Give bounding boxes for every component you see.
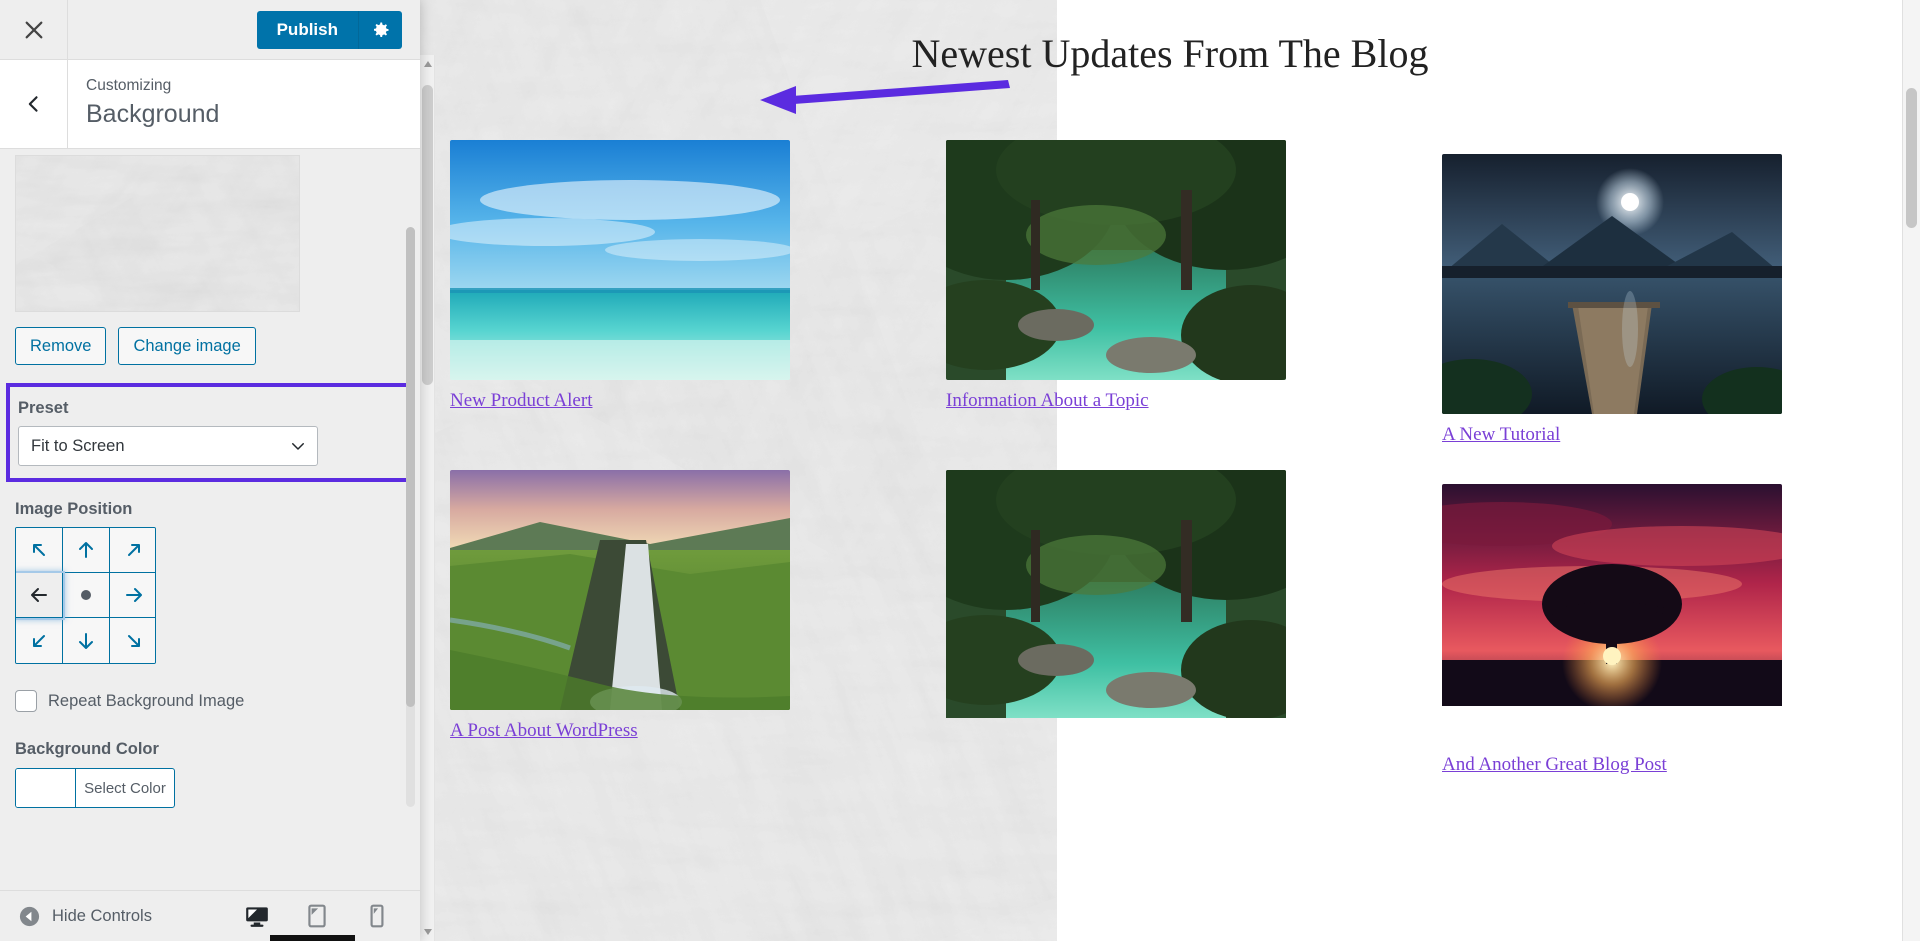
plaster-thumbnail [16,156,299,311]
position-bottom-center-button[interactable] [63,618,110,663]
beach-ocean-photo [450,140,790,380]
chevron-left-icon [28,96,38,112]
post-link[interactable]: Information About a Topic [946,390,1394,412]
post-card: Information About a Topic [946,140,1394,452]
post-link[interactable]: A New Tutorial [1442,424,1890,446]
arrow-down-right-icon [127,634,140,647]
background-color-label: Background Color [15,740,159,758]
preset-label: Preset [18,399,69,417]
page-title: Newest Updates From The Blog [911,31,1429,76]
post-card: And Another Great Blog Post [1442,470,1890,782]
arrow-up-left-icon [33,544,45,556]
color-swatch[interactable] [16,769,76,807]
sidebar-scrollbar[interactable] [406,227,415,807]
post-thumbnail[interactable] [1442,154,1782,414]
browser-scrollbar[interactable] [1902,0,1920,941]
desktop-icon [246,907,268,927]
hide-controls-button[interactable]: Hide Controls [18,905,152,928]
forest-river-photo [946,140,1286,380]
preview-mobile-button[interactable] [362,901,392,931]
post-link[interactable]: A Post About WordPress [450,720,898,742]
image-position-label: Image Position [15,500,133,518]
post-card [946,470,1394,782]
publish-button[interactable]: Publish [256,10,358,49]
preview-scrollbar-thumb[interactable] [422,85,433,385]
post-link[interactable]: And Another Great Blog Post [1442,754,1890,776]
select-color-button[interactable]: Select Color [76,769,174,807]
post-thumbnail[interactable] [450,470,790,710]
mobile-icon [370,904,384,928]
arrow-down-left-icon [33,634,45,647]
repeat-background-checkbox[interactable] [15,690,37,712]
preset-selected-value: Fit to Screen [31,436,125,455]
customizer-topbar: Publish [0,0,420,60]
close-x-icon [25,21,42,38]
pointer-arrow [760,80,1010,114]
device-preview-buttons [242,901,402,931]
arrow-up-right-icon [127,544,140,556]
position-center-button[interactable] [63,573,110,618]
customizer-footer: Hide Controls [0,890,420,941]
page-title: Background [86,100,220,128]
arrow-left-icon [31,588,47,602]
arrow-right-icon [125,588,142,602]
post-thumbnail[interactable] [946,470,1286,730]
post-card: A Post About WordPress [450,470,898,782]
close-customizer-button[interactable] [0,0,68,59]
scroll-down-arrow-icon[interactable] [424,929,432,935]
position-top-center-button[interactable] [63,528,110,573]
position-top-left-button[interactable] [16,528,63,573]
preset-select[interactable]: Fit to Screen [18,426,318,466]
position-bottom-right-button[interactable] [110,618,155,663]
gear-icon [373,22,388,37]
preset-control-highlighted: Preset Fit to Screen [6,383,414,482]
back-button[interactable] [0,60,68,148]
preview-tablet-button[interactable] [302,901,332,931]
arrow-up-icon [79,542,93,558]
position-middle-right-button[interactable] [110,573,155,618]
tablet-icon [308,904,326,928]
theme-preview-pane: Newest Updates From The Blog New Product… [420,0,1920,941]
red-sky-tree-photo [1442,484,1782,712]
chevron-down-icon [292,443,304,450]
post-grid: New Product Alert Information About a To… [420,140,1920,782]
customizer-sidebar: Publish Customizing Background Remove Ch… [0,0,420,941]
hide-controls-label: Hide Controls [52,906,152,925]
arrow-down-icon [79,632,93,649]
post-thumbnail[interactable] [946,140,1286,380]
sidebar-scrollbar-thumb[interactable] [406,227,415,707]
position-top-right-button[interactable] [110,528,155,573]
waterfall-green-hills-photo [450,470,790,710]
preview-desktop-button[interactable] [242,901,272,931]
image-actions: Remove Change image [15,327,405,365]
image-position-grid [15,527,156,664]
post-link[interactable]: New Product Alert [450,390,898,412]
repeat-background-row[interactable]: Repeat Background Image [15,690,405,712]
preview-scrollbar[interactable] [420,55,435,941]
remove-image-button[interactable]: Remove [15,327,107,365]
taskbar-indicator [270,935,355,941]
customizer-controls: Remove Change image Preset Fit to Screen… [0,149,420,890]
background-color-picker[interactable]: Select Color [15,768,175,808]
collapse-arrow-icon [19,906,40,926]
dot-icon [81,590,91,600]
scroll-up-arrow-icon[interactable] [424,61,432,67]
post-card: New Product Alert [450,140,898,452]
customizer-section-header: Customizing Background [0,60,420,149]
position-bottom-left-button[interactable] [16,618,63,663]
background-image-preview [15,155,300,312]
change-image-button[interactable]: Change image [118,327,256,365]
publish-group: Publish [256,10,402,49]
customizing-label: Customizing [86,77,172,94]
post-thumbnail[interactable] [450,140,790,380]
screen-root: Newest Updates From The Blog New Product… [0,0,1920,941]
moonlit-lake-dock-photo [1442,154,1782,414]
browser-scrollbar-thumb[interactable] [1906,88,1917,228]
repeat-background-label: Repeat Background Image [48,691,245,710]
forest-river-photo-2 [946,470,1286,720]
customizer-settings-button[interactable] [358,10,402,49]
post-thumbnail[interactable] [1442,484,1782,744]
position-middle-left-button[interactable] [16,573,63,618]
post-card: A New Tutorial [1442,140,1890,452]
